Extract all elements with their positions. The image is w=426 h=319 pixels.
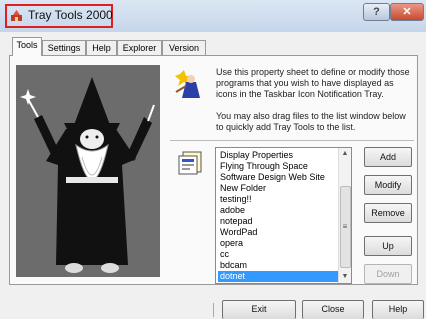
remove-button[interactable]: Remove [364, 203, 412, 223]
title-bar: Tray Tools 2000 ? ✕ [0, 0, 426, 32]
description-line-5: to quickly add Tray Tools to the list. [216, 122, 356, 132]
wizard-illustration [16, 65, 160, 277]
list-item[interactable]: testing!! [218, 194, 340, 205]
magic-wand-icon [175, 70, 200, 98]
scrollbar-grip-icon: ≡ [342, 222, 348, 231]
tray-tool-icon [178, 151, 202, 175]
tab-help[interactable]: Help [86, 40, 117, 55]
list-item-selected[interactable]: dotnet [218, 271, 340, 282]
close-window-button[interactable]: ✕ [390, 3, 424, 21]
exit-button[interactable]: Exit [222, 300, 296, 319]
up-button[interactable]: Up [364, 236, 412, 256]
list-item[interactable]: WordPad [218, 227, 340, 238]
window-title: Tray Tools 2000 [28, 8, 113, 22]
bottom-divider [213, 303, 214, 317]
wizard-icon [20, 77, 155, 273]
scroll-down-icon[interactable]: ▼ [339, 271, 351, 283]
tab-tools[interactable]: Tools [12, 37, 42, 56]
help-window-button[interactable]: ? [363, 3, 390, 21]
list-item[interactable]: opera [218, 238, 340, 249]
list-item[interactable]: bdcam [218, 260, 340, 271]
description-line-3: icons in the Taskbar Icon Notification T… [216, 89, 384, 99]
list-scrollbar[interactable]: ▲ ≡ ▼ [338, 148, 351, 283]
down-button: Down [364, 264, 412, 284]
list-item[interactable]: Display Properties [218, 150, 340, 161]
description-line-1: Use this property sheet to define or mod… [216, 67, 410, 77]
description-line-4: You may also drag files to the list wind… [216, 111, 406, 121]
list-item[interactable]: cc [218, 249, 340, 260]
scroll-up-icon[interactable]: ▲ [339, 148, 351, 160]
add-button[interactable]: Add [364, 147, 412, 167]
modify-button[interactable]: Modify [364, 175, 412, 195]
list-item[interactable]: Flying Through Space [218, 161, 340, 172]
tab-explorer[interactable]: Explorer [117, 40, 162, 55]
list-item[interactable]: notepad [218, 216, 340, 227]
tray-tools-listbox[interactable]: Display Properties Flying Through Space … [215, 147, 352, 284]
tab-version[interactable]: Version [162, 40, 206, 55]
tab-settings[interactable]: Settings [42, 40, 86, 55]
close-button[interactable]: Close [302, 300, 364, 319]
list-item[interactable]: Software Design Web Site [218, 172, 340, 183]
description-line-2: programs that you wish to have displayed… [216, 78, 394, 88]
app-icon [11, 10, 22, 21]
help-button[interactable]: Help [372, 300, 424, 319]
section-divider [170, 140, 414, 141]
list-item[interactable]: adobe [218, 205, 340, 216]
list-item[interactable]: New Folder [218, 183, 340, 194]
